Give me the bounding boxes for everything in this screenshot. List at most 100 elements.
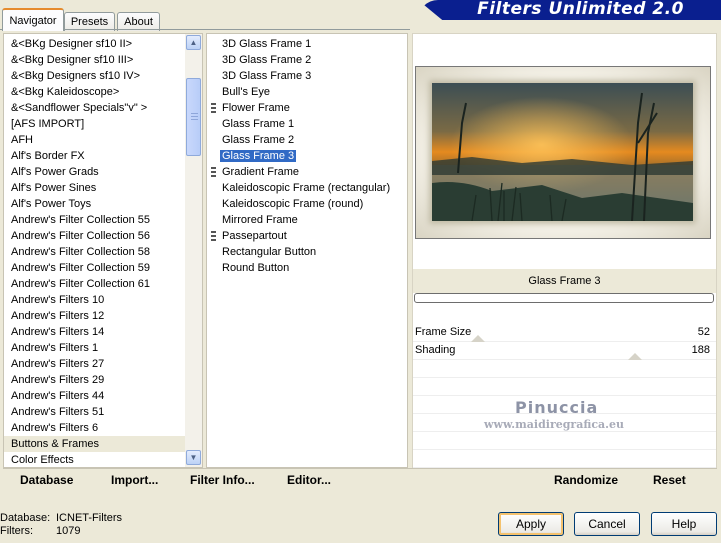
category-item[interactable]: Andrew's Filters 10	[4, 292, 185, 308]
filter-item[interactable]: Glass Frame 3	[207, 148, 407, 164]
filter-item[interactable]: 3D Glass Frame 3	[207, 68, 407, 84]
category-item[interactable]: Andrew's Filters 44	[4, 388, 185, 404]
filter-item[interactable]: Flower Frame	[207, 100, 407, 116]
editor-button[interactable]: Editor...	[287, 473, 331, 487]
slider-pointer[interactable]	[471, 335, 485, 342]
category-item[interactable]: Andrew's Filter Collection 58	[4, 244, 185, 260]
filter-item[interactable]: Gradient Frame	[207, 164, 407, 180]
editable-marker-icon	[211, 231, 216, 241]
param-empty	[413, 432, 716, 450]
filter-item[interactable]: Rectangular Button	[207, 244, 407, 260]
category-item[interactable]: Buttons & Frames	[4, 436, 185, 452]
filter-item[interactable]: Mirrored Frame	[207, 212, 407, 228]
slider-pointer[interactable]	[627, 353, 642, 360]
editable-marker-icon	[211, 167, 216, 177]
category-item[interactable]: Andrew's Filters 27	[4, 356, 185, 372]
category-item[interactable]: Alf's Power Grads	[4, 164, 185, 180]
filter-item[interactable]: Kaleidoscopic Frame (rectangular)	[207, 180, 407, 196]
filter-item-label: Flower Frame	[222, 102, 290, 114]
landscape-preview	[432, 83, 693, 221]
watermark-name: Pinuccia	[515, 398, 599, 417]
category-item[interactable]: Alf's Border FX	[4, 148, 185, 164]
category-item[interactable]: &<Bkg Designer sf10 III>	[4, 52, 185, 68]
filters-label: Filters:	[0, 525, 33, 537]
filter-item-label: 3D Glass Frame 1	[222, 38, 312, 50]
category-item[interactable]: Andrew's Filters 51	[4, 404, 185, 420]
help-button[interactable]: Help	[651, 512, 717, 536]
filter-item[interactable]: Glass Frame 2	[207, 132, 407, 148]
category-list-panel: &<BKg Designer sf10 II> &<Bkg Designer sf…	[3, 33, 203, 468]
cancel-button[interactable]: Cancel	[574, 512, 640, 536]
filter-item-label: Rectangular Button	[222, 246, 317, 258]
param-shading[interactable]: Shading 188	[413, 342, 716, 360]
category-item[interactable]: Andrew's Filters 29	[4, 372, 185, 388]
editable-marker-icon	[211, 103, 216, 113]
reset-button[interactable]: Reset	[653, 473, 686, 487]
param-frame-size[interactable]: Frame Size 52	[413, 324, 716, 342]
category-item[interactable]: &<BKg Designer sf10 II>	[4, 36, 185, 52]
category-item[interactable]: Andrew's Filter Collection 55	[4, 212, 185, 228]
grip-line	[191, 119, 198, 120]
filter-item-label: Glass Frame 2	[222, 134, 295, 146]
chevron-down-icon: ▼	[189, 453, 198, 462]
category-item[interactable]: AFH	[4, 132, 185, 148]
scroll-up-button[interactable]: ▲	[186, 35, 201, 50]
filter-item-label: 3D Glass Frame 3	[222, 70, 312, 82]
category-item[interactable]: &<Sandflower Specials"v" >	[4, 100, 185, 116]
filters-count: 1079	[56, 525, 81, 537]
param-label: Shading	[415, 344, 456, 356]
filter-item-label: Kaleidoscopic Frame (round)	[222, 198, 364, 210]
category-item[interactable]: Andrew's Filters 14	[4, 324, 185, 340]
param-empty	[413, 450, 716, 468]
preview-image	[432, 83, 693, 221]
scroll-down-button[interactable]: ▼	[186, 450, 201, 465]
filter-item-label: 3D Glass Frame 2	[222, 54, 312, 66]
param-empty	[413, 360, 716, 378]
database-button[interactable]: Database	[20, 473, 73, 487]
category-item[interactable]: Alf's Power Toys	[4, 196, 185, 212]
import-button[interactable]: Import...	[111, 473, 158, 487]
app-title: Filters Unlimited 2.0	[477, 0, 684, 19]
filter-list-panel: 3D Glass Frame 1 3D Glass Frame 2 3D Glass…	[206, 33, 408, 468]
category-item[interactable]: Andrew's Filters 6	[4, 420, 185, 436]
scroll-thumb[interactable]	[186, 78, 201, 156]
category-scrollbar[interactable]: ▲ ▼	[185, 34, 202, 467]
category-item[interactable]: Color Effects	[4, 452, 185, 468]
filter-item-label: Glass Frame 3	[220, 150, 297, 162]
filter-item-label: Bull's Eye	[222, 86, 270, 98]
filter-item[interactable]: 3D Glass Frame 2	[207, 52, 407, 68]
category-item[interactable]: [AFS IMPORT]	[4, 116, 185, 132]
database-value: ICNET-Filters	[56, 512, 122, 524]
preview-filter-name: Glass Frame 3	[413, 269, 716, 293]
category-item[interactable]: Andrew's Filters 12	[4, 308, 185, 324]
param-value: 52	[697, 326, 710, 338]
watermark-url: www.maidiregrafica.eu	[484, 418, 625, 431]
filter-item[interactable]: Round Button	[207, 260, 407, 276]
filter-item-label: Gradient Frame	[222, 166, 300, 178]
category-item[interactable]: Andrew's Filter Collection 61	[4, 276, 185, 292]
filter-item[interactable]: Glass Frame 1	[207, 116, 407, 132]
category-item[interactable]: Andrew's Filters 1	[4, 340, 185, 356]
grip-line	[191, 116, 198, 117]
filter-item[interactable]: 3D Glass Frame 1	[207, 36, 407, 52]
filter-item-label: Glass Frame 1	[222, 118, 295, 130]
category-item[interactable]: Alf's Power Sines	[4, 180, 185, 196]
filter-info-button[interactable]: Filter Info...	[190, 473, 255, 487]
category-item[interactable]: &<Bkg Designers sf10 IV>	[4, 68, 185, 84]
param-empty	[413, 378, 716, 396]
randomize-button[interactable]: Randomize	[554, 473, 618, 487]
chevron-up-icon: ▲	[189, 38, 198, 47]
filter-item[interactable]: Kaleidoscopic Frame (round)	[207, 196, 407, 212]
category-item[interactable]: Andrew's Filter Collection 59	[4, 260, 185, 276]
filter-item-label: Round Button	[222, 262, 290, 274]
filter-item[interactable]: Bull's Eye	[207, 84, 407, 100]
filter-list: 3D Glass Frame 1 3D Glass Frame 2 3D Glass…	[207, 36, 407, 276]
tab-navigator[interactable]: Navigator	[2, 8, 64, 31]
filter-item[interactable]: Passepartout	[207, 228, 407, 244]
apply-button[interactable]: Apply	[498, 512, 564, 536]
param-value: 188	[691, 344, 710, 356]
category-item[interactable]: &<Bkg Kaleidoscope>	[4, 84, 185, 100]
category-item[interactable]: Andrew's Filter Collection 56	[4, 228, 185, 244]
progress-bar	[414, 293, 714, 303]
param-label: Frame Size	[415, 326, 472, 338]
